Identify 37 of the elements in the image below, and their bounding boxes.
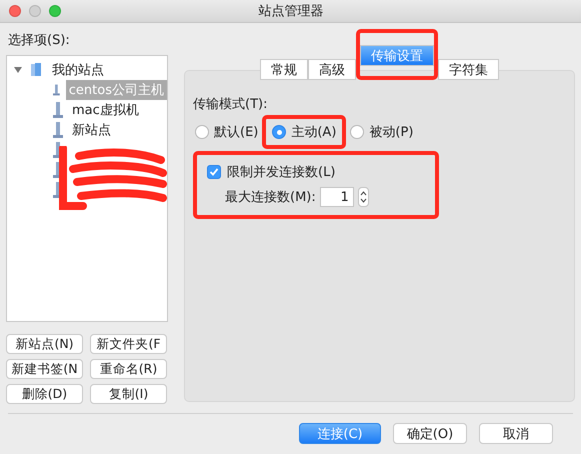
sidebar-label: 选择项(S): (8, 32, 71, 49)
max-connections-label: 最大连接数(M): (225, 189, 316, 206)
disclosure-icon[interactable] (13, 65, 23, 75)
radio-button[interactable] (272, 125, 286, 139)
tree-item[interactable]: 我的站点 (49, 60, 107, 80)
max-connections-field[interactable]: 1 (320, 187, 354, 207)
checkbox[interactable] (207, 165, 221, 179)
dialog-button[interactable]: 确定(O) (393, 422, 467, 444)
sidebar-button[interactable]: 复制(I) (90, 384, 167, 404)
sidebar-button[interactable]: 重命名(R) (90, 359, 167, 379)
sidebar-button[interactable]: 新站点(N) (6, 334, 83, 354)
sidebar-button[interactable]: 新文件夹(F (90, 334, 167, 354)
stepper[interactable] (358, 187, 369, 207)
radio-label: 主动(A) (291, 124, 336, 141)
radio-label: 默认(E) (214, 124, 258, 141)
tree-item[interactable]: 新站点 (69, 120, 114, 140)
minimize-button[interactable] (29, 5, 41, 17)
checkbox-label: 限制并发连接数(L) (227, 164, 336, 181)
tab[interactable]: 高级 (308, 59, 356, 80)
server-icon (53, 102, 63, 118)
server-icon (53, 142, 63, 158)
server-icon (53, 122, 63, 138)
tab[interactable]: 常规 (260, 59, 308, 80)
radio-button[interactable] (195, 125, 209, 139)
radio-label: 被动(P) (369, 124, 414, 141)
sidebar-button[interactable]: 删除(D) (6, 384, 83, 404)
window-title: 站点管理器 (258, 3, 324, 20)
server-icon (53, 82, 60, 98)
transfer-mode-label: 传输模式(T): (193, 96, 268, 113)
close-button[interactable] (9, 5, 21, 17)
folder-icon (29, 62, 43, 78)
sidebar-button[interactable]: 新建书签(N (6, 359, 83, 379)
dialog-button[interactable]: 取消 (479, 422, 553, 444)
tree-item[interactable]: mac虚拟机 (69, 100, 142, 120)
radio-button[interactable] (350, 125, 364, 139)
tab[interactable]: 字符集 (438, 59, 499, 80)
zoom-button[interactable] (49, 5, 61, 17)
